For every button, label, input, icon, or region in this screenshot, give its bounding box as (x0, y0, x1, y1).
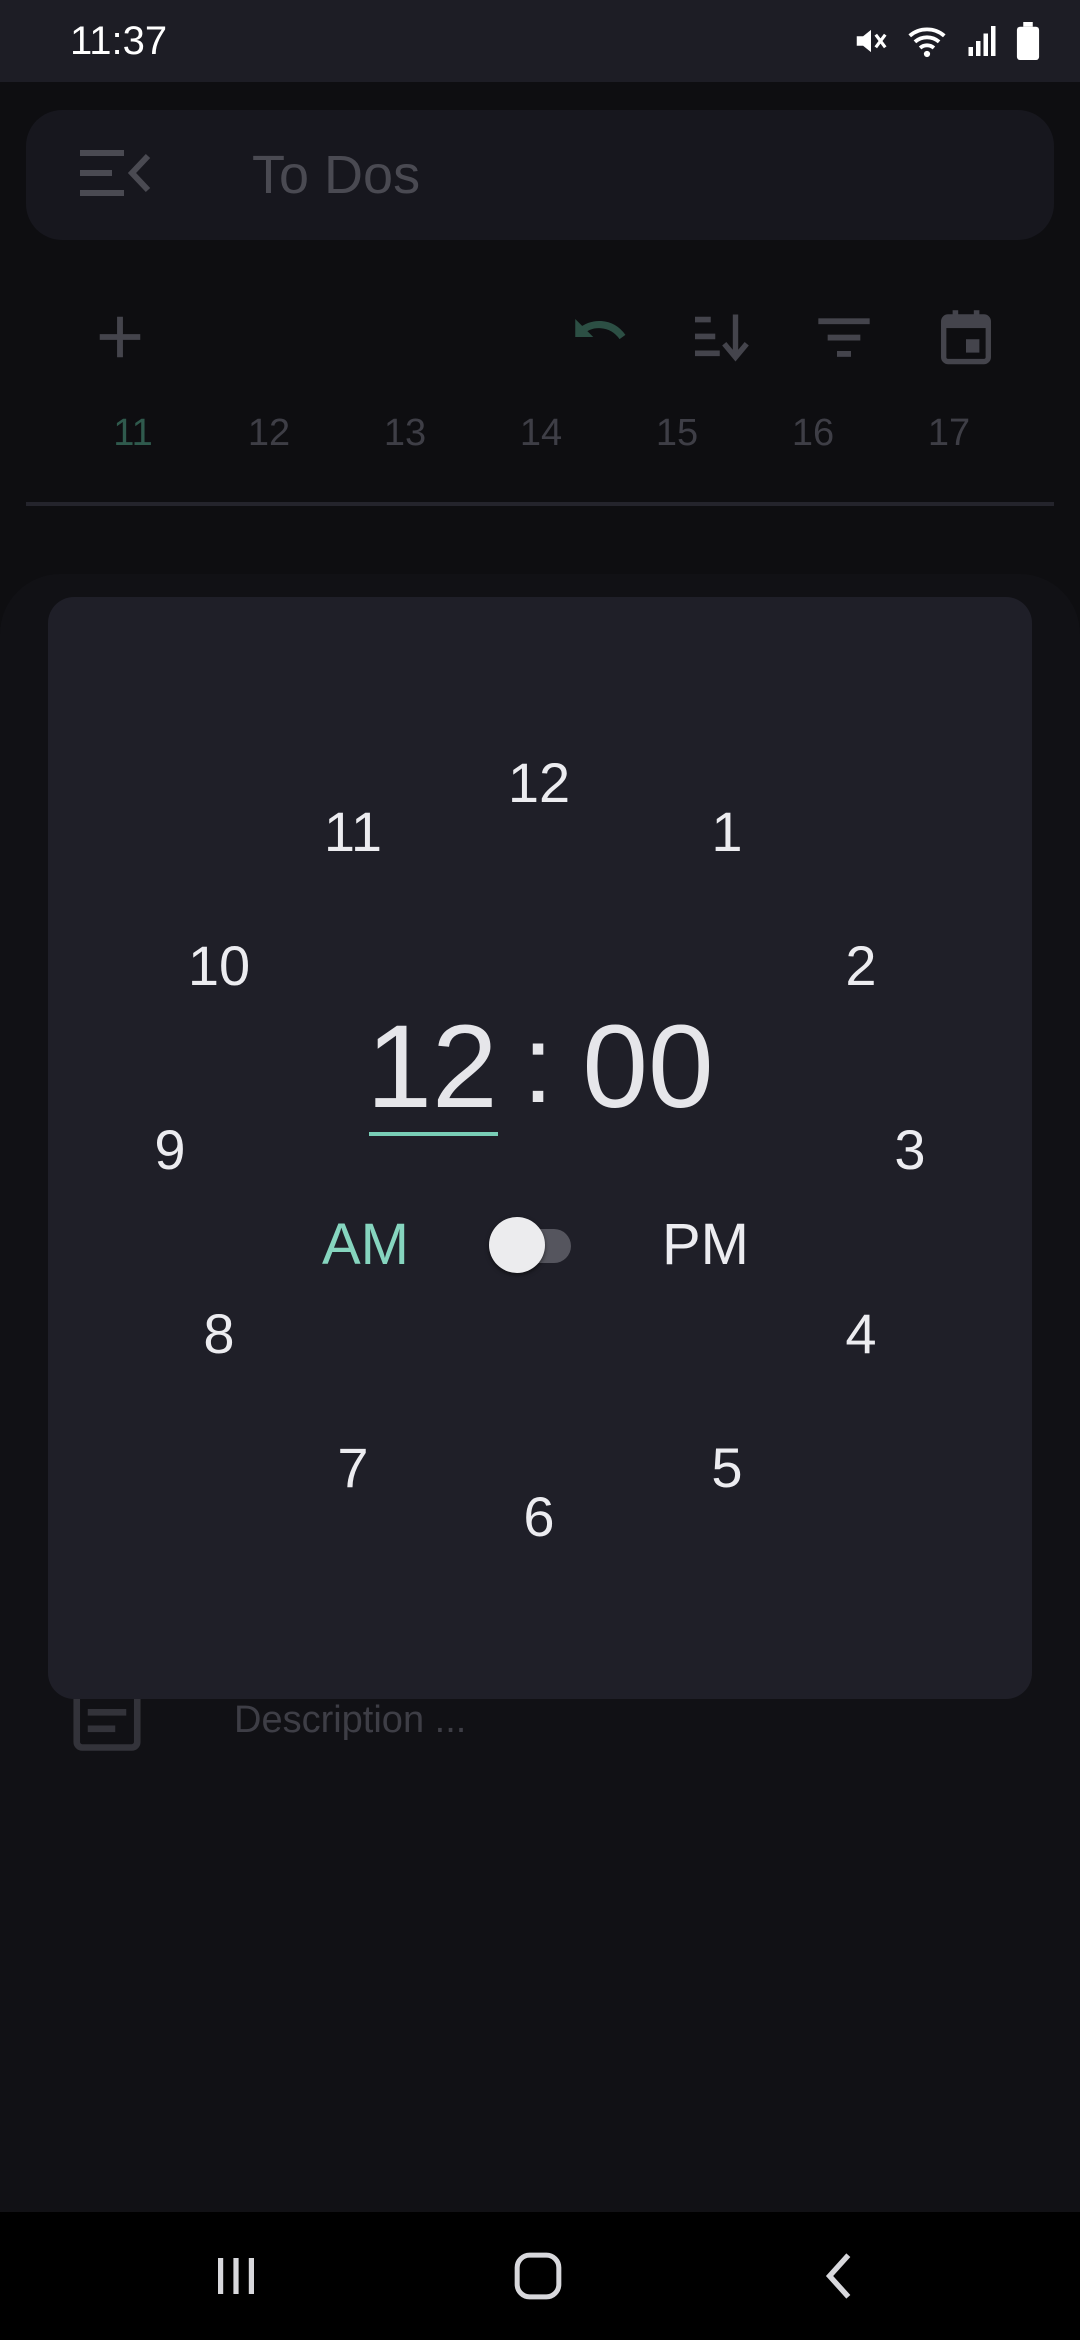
pm-label[interactable]: PM (662, 1205, 749, 1285)
hour-field[interactable]: 12 (366, 992, 498, 1142)
minute-field[interactable]: 00 (578, 992, 718, 1142)
back-icon[interactable] (760, 2212, 920, 2340)
status-icons (852, 22, 1040, 60)
app-title: To Dos (252, 145, 421, 205)
dial-hour-8[interactable]: 8 (169, 1299, 269, 1369)
wifi-icon (908, 27, 946, 58)
time-separator: : (522, 1003, 554, 1126)
app-bar: To Dos (26, 110, 1054, 240)
time-picker-dialog: 12 1 2 3 4 5 6 7 8 9 10 11 12 : 00 AM PM (48, 597, 1032, 1699)
dial-hour-10[interactable]: 10 (169, 931, 269, 1001)
am-label[interactable]: AM (322, 1205, 409, 1285)
status-time: 11:37 (70, 18, 168, 63)
dial-hour-5[interactable]: 5 (677, 1433, 777, 1503)
mute-icon (856, 29, 887, 53)
hour-selected-indicator (369, 1132, 498, 1136)
navigation-bar (0, 2212, 1080, 2340)
menu-collapse-icon[interactable] (80, 148, 152, 203)
date-item[interactable]: 12 (219, 412, 319, 455)
dial-hour-4[interactable]: 4 (811, 1299, 911, 1369)
calendar-icon[interactable] (916, 272, 1016, 402)
filter-icon[interactable] (794, 272, 894, 402)
signal-icon (968, 26, 996, 56)
screen: 11:37 To Dos 11 12 13 14 15 16 17 Descri… (0, 0, 1080, 2340)
status-bar: 11:37 (0, 0, 1080, 82)
date-item[interactable]: 16 (763, 412, 863, 455)
toggle-thumb (489, 1217, 545, 1273)
dial-hour-6[interactable]: 6 (489, 1482, 589, 1552)
description-field[interactable]: Description ... (234, 1699, 466, 1742)
undo-icon[interactable] (550, 272, 650, 402)
date-item[interactable]: 11 (83, 412, 183, 455)
time-display: 12 : 00 (48, 992, 1032, 1142)
dial-hour-7[interactable]: 7 (303, 1433, 403, 1503)
date-strip: 11 12 13 14 15 16 17 (0, 412, 1080, 492)
dial-hour-11[interactable]: 11 (303, 797, 403, 867)
home-icon[interactable] (458, 2212, 618, 2340)
add-icon[interactable] (70, 272, 170, 402)
date-item[interactable]: 17 (899, 412, 999, 455)
am-pm-selector: AM PM (48, 1205, 1032, 1285)
dial-hour-2[interactable]: 2 (811, 931, 911, 1001)
date-item[interactable]: 13 (355, 412, 455, 455)
am-pm-toggle[interactable] (489, 1217, 575, 1273)
battery-icon (1016, 22, 1040, 60)
date-item[interactable]: 14 (491, 412, 591, 455)
divider (26, 502, 1054, 506)
dial-hour-1[interactable]: 1 (677, 797, 777, 867)
toolbar (0, 272, 1080, 402)
sort-icon[interactable] (672, 272, 772, 402)
recent-apps-icon[interactable] (156, 2212, 316, 2340)
date-item[interactable]: 15 (627, 412, 727, 455)
dial-hour-12[interactable]: 12 (489, 748, 589, 818)
